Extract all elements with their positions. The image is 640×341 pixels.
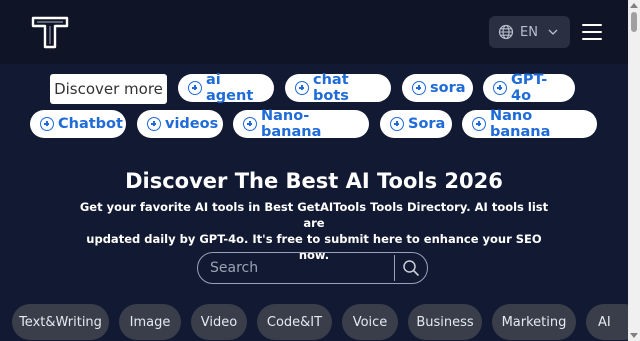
- plus-circle-icon: [188, 81, 202, 95]
- plus-circle-icon: [493, 81, 507, 95]
- tag-videos[interactable]: videos: [137, 110, 223, 138]
- plus-circle-icon: [472, 117, 486, 131]
- category-marketing[interactable]: Marketing: [492, 304, 576, 340]
- plus-circle-icon: [147, 117, 161, 131]
- plus-circle-icon: [390, 117, 404, 131]
- plus-circle-icon: [295, 81, 309, 95]
- page-title: Discover The Best AI Tools 2026: [125, 169, 503, 193]
- tag-gpt-4o[interactable]: GPT-4o: [483, 72, 575, 104]
- tag-row-2: Chatbot videos Nano-banana Sora Nano ban…: [0, 108, 628, 140]
- tag-ai-agent[interactable]: ai agent: [178, 72, 274, 104]
- plus-circle-icon: [40, 117, 54, 131]
- tag-nano-banana-hyphen[interactable]: Nano-banana: [233, 108, 369, 140]
- category-bar: Text&Writing Image Video Code&IT Voice B…: [0, 304, 628, 341]
- search-box: [197, 252, 428, 284]
- category-video[interactable]: Video: [191, 304, 247, 340]
- scroll-up-arrow[interactable]: [630, 3, 638, 8]
- language-label: EN: [520, 24, 538, 40]
- category-text-writing[interactable]: Text&Writing: [12, 304, 109, 340]
- category-voice[interactable]: Voice: [342, 304, 398, 340]
- chevron-down-icon: [548, 29, 558, 35]
- hamburger-menu-icon[interactable]: [582, 24, 602, 40]
- plus-circle-icon: [243, 117, 257, 131]
- scrollbar-thumb[interactable]: [631, 12, 637, 32]
- site-logo[interactable]: [30, 14, 70, 50]
- category-code-it[interactable]: Code&IT: [257, 304, 332, 340]
- vertical-scrollbar[interactable]: [628, 0, 640, 341]
- category-ai[interactable]: AI: [586, 304, 628, 340]
- category-image[interactable]: Image: [119, 304, 181, 340]
- globe-icon: [498, 24, 514, 40]
- language-selector[interactable]: EN: [489, 16, 570, 48]
- search-input[interactable]: [198, 260, 394, 276]
- discover-more-label: Discover more: [50, 74, 167, 104]
- tag-sora[interactable]: sora: [402, 74, 473, 102]
- search-divider: [394, 255, 395, 281]
- tag-sora-capital[interactable]: Sora: [380, 110, 452, 138]
- search-icon[interactable]: [402, 259, 420, 277]
- tag-chatbot[interactable]: Chatbot: [30, 110, 126, 138]
- site-header: EN: [0, 0, 628, 64]
- category-business[interactable]: Business: [408, 304, 482, 340]
- tag-nano-banana[interactable]: Nano banana: [462, 108, 597, 140]
- plus-circle-icon: [412, 81, 426, 95]
- tag-row-1: Discover more ai agent chat bots sora GP…: [0, 72, 628, 104]
- scroll-down-arrow[interactable]: [630, 333, 638, 338]
- subtitle-line-1: Get your favorite AI tools in Best GetAI…: [79, 200, 549, 230]
- tag-chat-bots[interactable]: chat bots: [285, 72, 391, 104]
